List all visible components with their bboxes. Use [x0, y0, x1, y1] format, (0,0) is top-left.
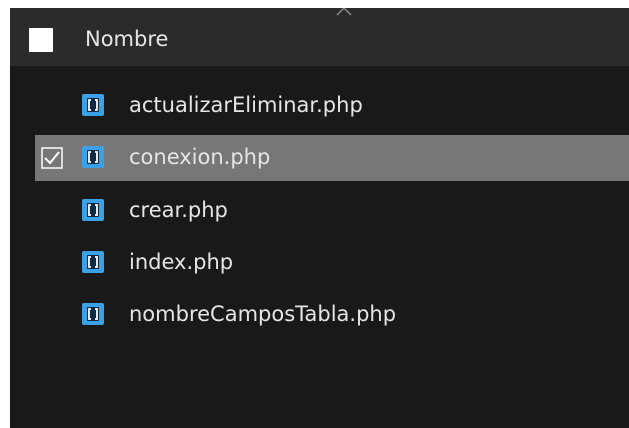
file-name[interactable]: nombreCamposTabla.php [129, 299, 396, 329]
file-row-selected[interactable]: conexion.php [35, 135, 629, 181]
file-row[interactable]: crear.php [35, 188, 629, 234]
php-file-icon [82, 251, 104, 273]
file-row[interactable]: nombreCamposTabla.php [35, 292, 629, 338]
file-list-panel: Nombre actualizarEliminar.php conexion.p… [10, 8, 629, 428]
column-header[interactable]: Nombre [10, 8, 629, 66]
file-name[interactable]: index.php [129, 247, 233, 277]
checkbox-checked-icon[interactable] [41, 147, 63, 169]
file-name[interactable]: conexion.php [129, 142, 270, 172]
name-column-label[interactable]: Nombre [85, 25, 168, 53]
php-file-icon [82, 94, 104, 116]
file-row[interactable]: actualizarEliminar.php [35, 83, 629, 129]
file-name[interactable]: actualizarEliminar.php [129, 90, 363, 120]
file-row[interactable]: index.php [35, 240, 629, 286]
file-name[interactable]: crear.php [129, 195, 228, 225]
chevron-up-icon [336, 8, 352, 16]
php-file-icon [82, 146, 104, 168]
select-all-checkbox[interactable] [29, 28, 53, 52]
php-file-icon [82, 303, 104, 325]
php-file-icon [82, 199, 104, 221]
